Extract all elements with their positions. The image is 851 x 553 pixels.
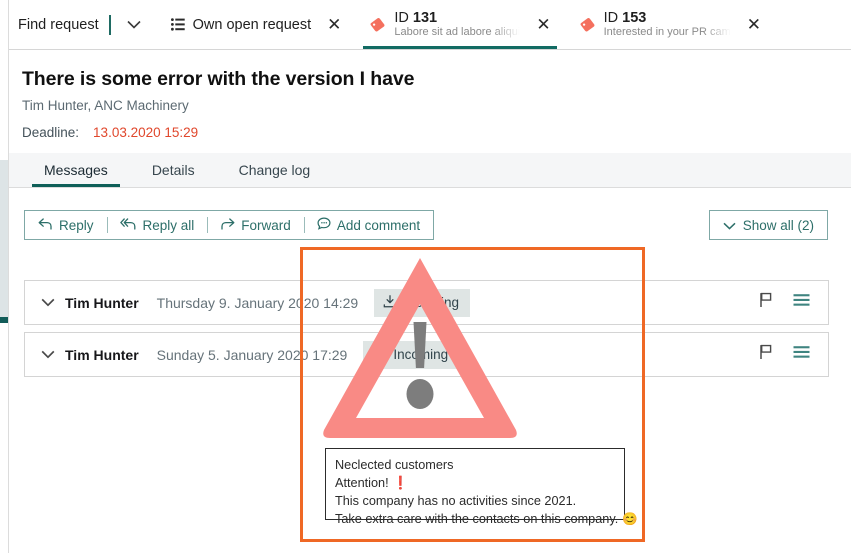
section-tab-bar: Messages Details Change log xyxy=(9,153,851,188)
note-line-2: Attention! ❗ xyxy=(335,474,614,492)
message-date: Thursday 9. January 2020 14:29 xyxy=(156,294,359,311)
tab-messages[interactable]: Messages xyxy=(22,153,130,187)
tab-text-block: ID 131 Labore sit ad labore aliqui xyxy=(394,10,520,39)
request-contact: Tim Hunter, ANC Machinery xyxy=(22,98,189,113)
flag-icon[interactable] xyxy=(759,292,773,313)
note-line-3: This company has no activities since 202… xyxy=(335,494,577,509)
flag-icon[interactable] xyxy=(759,344,773,365)
note-line-4-text: Take extra care with the contacts on thi… xyxy=(335,512,619,527)
comment-icon xyxy=(317,217,331,233)
tab-text-block: ID 153 Interested in your PR cam xyxy=(604,10,731,39)
forward-button[interactable]: Forward xyxy=(207,211,304,239)
chevron-down-icon xyxy=(723,218,736,233)
deadline-row: Deadline: 13.03.2020 15:29 xyxy=(9,113,851,140)
chevron-down-icon[interactable] xyxy=(37,298,59,307)
reply-all-arrow-icon xyxy=(119,217,137,233)
find-request-control[interactable]: Find request xyxy=(0,0,157,49)
tab-change-log[interactable]: Change log xyxy=(217,153,333,187)
download-icon xyxy=(372,346,386,363)
tab-label: Own open request xyxy=(192,16,312,33)
list-menu-icon[interactable] xyxy=(793,293,810,312)
tag-icon xyxy=(579,17,596,32)
tab-details[interactable]: Details xyxy=(130,153,217,187)
find-request-divider xyxy=(108,14,111,35)
reply-label: Reply xyxy=(59,217,94,233)
message-sender: Tim Hunter xyxy=(65,346,139,363)
deadline-label: Deadline: xyxy=(22,125,80,140)
table-row[interactable]: Tim Hunter Thursday 9. January 2020 14:2… xyxy=(24,280,829,325)
left-rail-accent xyxy=(0,317,8,323)
forward-label: Forward xyxy=(241,217,291,233)
note-line-2-text: Attention! xyxy=(335,476,389,491)
message-list: Tim Hunter Thursday 9. January 2020 14:2… xyxy=(24,280,829,377)
top-tab-bar: Find request Own open request ✕ ID 131 L… xyxy=(0,0,851,50)
exclamation-icon: ❗ xyxy=(392,476,409,491)
row-actions xyxy=(759,344,814,365)
left-rail xyxy=(0,0,9,553)
close-icon[interactable]: ✕ xyxy=(739,16,763,33)
message-sender: Tim Hunter xyxy=(65,294,139,311)
request-header: There is some error with the version I h… xyxy=(9,50,851,140)
tab-label: ID 153 xyxy=(603,10,647,27)
add-comment-label: Add comment xyxy=(336,217,421,233)
tab-subtitle: Interested in your PR cam xyxy=(603,26,731,39)
list-icon xyxy=(170,18,185,31)
download-icon xyxy=(383,294,397,311)
reply-arrow-icon xyxy=(38,217,53,233)
close-icon[interactable]: ✕ xyxy=(528,16,552,33)
forward-arrow-icon xyxy=(220,217,235,233)
find-request-label: Find request xyxy=(18,16,99,33)
app-root: Find request Own open request ✕ ID 131 L… xyxy=(0,0,851,553)
show-all-button[interactable]: Show all (2) xyxy=(708,210,828,240)
message-date: Sunday 5. January 2020 17:29 xyxy=(156,346,348,363)
reply-button[interactable]: Reply xyxy=(25,211,107,239)
status-badge-label: Incoming xyxy=(393,347,449,362)
tag-icon xyxy=(369,17,386,32)
chevron-down-icon[interactable] xyxy=(37,350,59,359)
add-comment-button[interactable]: Add comment xyxy=(303,211,433,239)
tab-id-131[interactable]: ID 131 Labore sit ad labore aliqui ✕ xyxy=(355,0,564,49)
chevron-down-icon[interactable] xyxy=(121,18,147,31)
status-badge: Incoming xyxy=(374,288,470,317)
show-all-label: Show all (2) xyxy=(742,217,814,233)
smiley-icon: 😊 xyxy=(622,512,638,527)
list-menu-icon[interactable] xyxy=(793,345,810,364)
action-toolbar: Reply Reply all Forward Add comment Show… xyxy=(9,205,851,245)
row-actions xyxy=(759,292,814,313)
tab-label: ID 131 xyxy=(394,10,438,27)
tab-own-open-request[interactable]: Own open request ✕ xyxy=(157,0,356,49)
note-line-1: Neclected customers xyxy=(335,458,454,472)
deadline-value: 13.03.2020 15:29 xyxy=(93,125,199,140)
reply-button-group: Reply Reply all Forward Add comment xyxy=(24,210,435,240)
close-icon[interactable]: ✕ xyxy=(319,16,343,33)
annotation-note: Neclected customers Attention! ❗ This co… xyxy=(325,448,638,526)
left-rail-panel xyxy=(0,160,8,317)
tab-subtitle: Labore sit ad labore aliqui xyxy=(394,26,521,39)
reply-all-button[interactable]: Reply all xyxy=(106,211,208,239)
reply-all-label: Reply all xyxy=(142,217,195,233)
note-line-4: Take extra care with the contacts on thi… xyxy=(335,510,638,529)
status-badge: Incoming xyxy=(363,340,460,369)
table-row[interactable]: Tim Hunter Sunday 5. January 2020 17:29 … xyxy=(24,332,829,377)
tab-id-153[interactable]: ID 153 Interested in your PR cam ✕ xyxy=(565,0,775,49)
status-badge-label: Incoming xyxy=(404,295,459,310)
page-title: There is some error with the version I h… xyxy=(22,68,415,90)
